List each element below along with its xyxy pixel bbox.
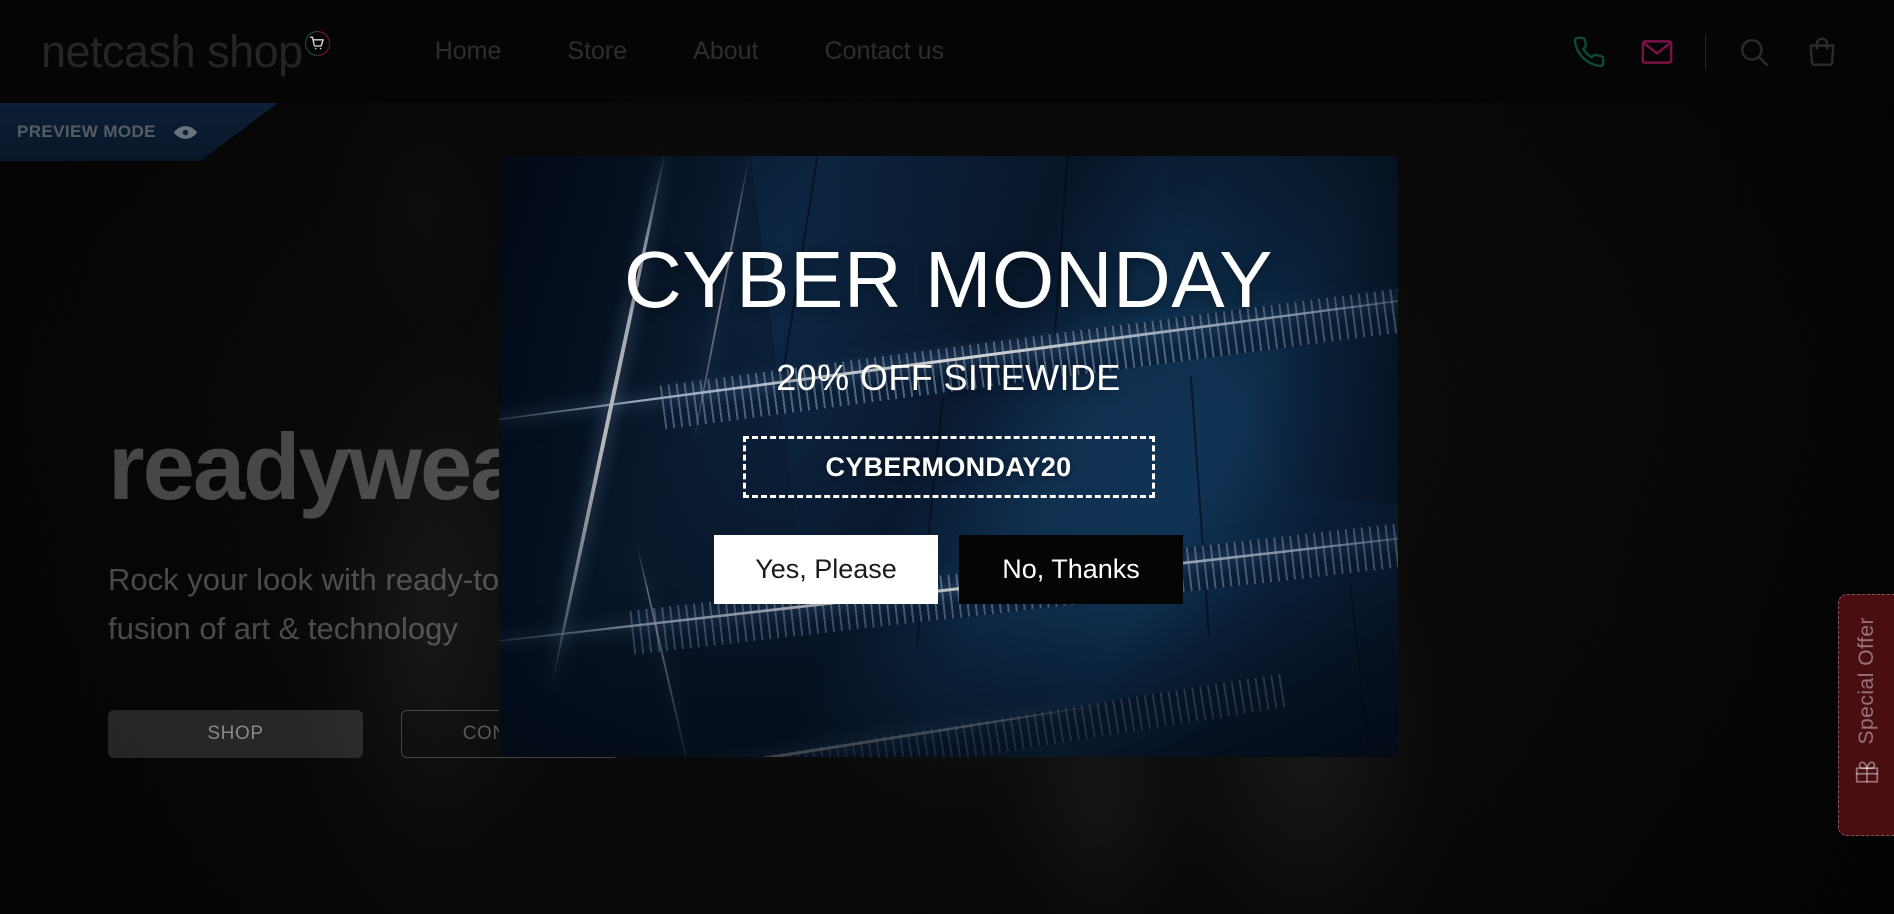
modal-action-buttons: Yes, Please No, Thanks (714, 535, 1183, 604)
special-offer-label: Special Offer (1854, 617, 1878, 745)
coupon-code-text: CYBERMONDAY20 (825, 451, 1072, 482)
coupon-code-box[interactable]: CYBERMONDAY20 (742, 436, 1155, 498)
phone-icon[interactable] (1555, 22, 1623, 82)
header-icon-group (1555, 22, 1856, 82)
nav-item-contact-us[interactable]: Contact us (825, 39, 945, 64)
gift-icon (1854, 759, 1880, 785)
nav-item-store[interactable]: Store (567, 39, 627, 64)
site-header: netcash shop Home Store About Contact us (0, 0, 1894, 103)
decline-offer-button[interactable]: No, Thanks (959, 535, 1183, 604)
modal-content: CYBER MONDAY 20% OFF SITEWIDE CYBERMONDA… (499, 156, 1398, 757)
shop-button[interactable]: SHOP (108, 709, 363, 758)
modal-title: CYBER MONDAY (623, 235, 1274, 324)
nav-item-home[interactable]: Home (435, 39, 502, 64)
site-logo[interactable]: netcash shop (41, 29, 330, 74)
page-root: readywear Rock your look with ready-to-w… (0, 0, 1894, 914)
header-divider (1705, 33, 1706, 70)
special-offer-tab[interactable]: Special Offer (1838, 594, 1894, 836)
search-icon[interactable] (1720, 22, 1788, 82)
modal-subtitle: 20% OFF SITEWIDE (776, 357, 1121, 398)
cyber-monday-promo-modal: CYBER MONDAY 20% OFF SITEWIDE CYBERMONDA… (499, 156, 1398, 757)
preview-mode-label: PREVIEW MODE (17, 122, 156, 141)
nav-item-about[interactable]: About (693, 39, 758, 64)
cart-badge-icon (304, 31, 330, 56)
shopping-bag-icon[interactable] (1788, 22, 1856, 82)
main-navigation: Home Store About Contact us (435, 39, 944, 64)
accept-offer-button[interactable]: Yes, Please (714, 535, 938, 604)
eye-icon (172, 124, 199, 141)
envelope-icon[interactable] (1623, 22, 1691, 82)
logo-text: netcash shop (41, 26, 303, 77)
